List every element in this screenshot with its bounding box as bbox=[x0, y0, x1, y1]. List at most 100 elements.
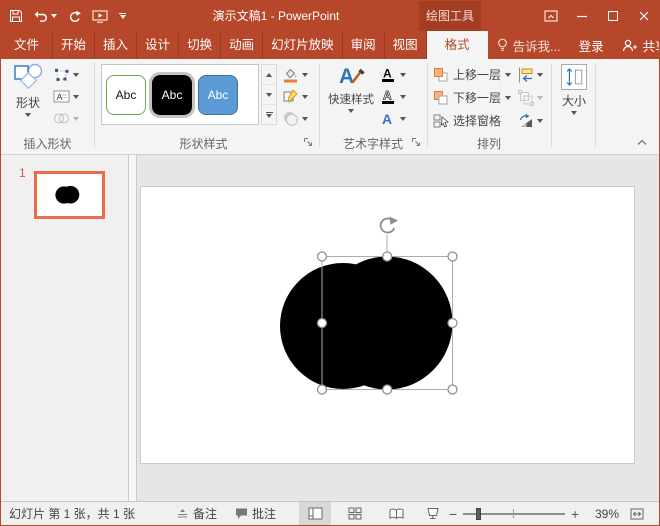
close-icon bbox=[639, 11, 649, 21]
share-button[interactable]: 共享 bbox=[613, 31, 660, 59]
text-outline-button[interactable]: A bbox=[379, 86, 406, 107]
slide-thumbnails-pane: 1 bbox=[1, 155, 128, 501]
sign-in-button[interactable]: 登录 bbox=[570, 31, 613, 59]
selection-pane-button[interactable]: 选择窗格 bbox=[433, 110, 501, 131]
view-slideshow-button[interactable] bbox=[417, 502, 449, 525]
zoom-out-button[interactable]: − bbox=[449, 502, 457, 525]
text-fill-dropdown-icon bbox=[400, 73, 406, 77]
align-icon bbox=[518, 67, 534, 83]
shape-style-item-3[interactable]: Abc bbox=[198, 75, 238, 115]
text-box-button[interactable]: A bbox=[53, 86, 79, 107]
slide-thumbnail[interactable] bbox=[34, 171, 105, 219]
shape-fill-icon bbox=[282, 66, 299, 83]
tab-insert[interactable]: 插入 bbox=[95, 31, 137, 59]
maximize-button[interactable] bbox=[597, 1, 628, 31]
rotation-handle[interactable] bbox=[381, 217, 398, 233]
quick-styles-icon: A bbox=[338, 62, 365, 89]
group-objects-icon bbox=[518, 90, 534, 106]
start-slideshow-button[interactable] bbox=[92, 10, 108, 23]
edit-shape-button[interactable] bbox=[53, 64, 79, 85]
zoom-level[interactable]: 39% bbox=[589, 502, 619, 525]
close-button[interactable] bbox=[628, 1, 659, 31]
bring-forward-icon bbox=[433, 67, 449, 83]
tab-animations[interactable]: 动画 bbox=[221, 31, 263, 59]
shape-fill-button[interactable] bbox=[282, 64, 308, 85]
collapse-ribbon-button[interactable] bbox=[633, 135, 651, 149]
zoom-slider-thumb[interactable] bbox=[476, 508, 481, 520]
fit-to-window-button[interactable] bbox=[623, 502, 651, 525]
title-bar: 演示文稿1 - PowerPoint 绘图工具 bbox=[1, 1, 659, 31]
tab-file[interactable]: 文件 bbox=[1, 31, 53, 59]
undo-button[interactable] bbox=[34, 10, 57, 22]
status-slide-info[interactable]: 幻灯片 第 1 张，共 1 张 bbox=[9, 502, 135, 525]
tell-me-label: 告诉我... bbox=[513, 36, 561, 55]
pane-splitter[interactable] bbox=[128, 155, 137, 501]
tab-home[interactable]: 开始 bbox=[53, 31, 95, 59]
quick-access-toolbar bbox=[9, 1, 126, 31]
gallery-scroll-up-button[interactable] bbox=[262, 65, 276, 85]
start-slideshow-icon bbox=[92, 10, 108, 23]
view-normal-button[interactable] bbox=[299, 502, 331, 525]
gallery-more-button[interactable] bbox=[262, 105, 276, 125]
share-person-icon bbox=[622, 39, 638, 52]
shape-style-item-1[interactable]: Abc bbox=[106, 75, 146, 115]
shapes-icon bbox=[12, 62, 44, 92]
handle-top-middle[interactable] bbox=[383, 252, 392, 261]
redo-button[interactable] bbox=[68, 10, 81, 23]
text-effects-button[interactable]: A bbox=[379, 108, 406, 129]
shapes-dropdown-icon bbox=[25, 113, 31, 117]
text-box-icon: A bbox=[53, 89, 70, 104]
view-slide-sorter-button[interactable] bbox=[339, 502, 371, 525]
tab-slideshow[interactable]: 幻灯片放映 bbox=[263, 31, 343, 59]
tab-format[interactable]: 格式 bbox=[427, 31, 488, 59]
rotate-objects-button[interactable] bbox=[518, 110, 543, 131]
zoom-in-button[interactable]: + bbox=[571, 502, 579, 525]
handle-top-right[interactable] bbox=[448, 252, 457, 261]
handle-bottom-middle[interactable] bbox=[383, 385, 392, 394]
shape-effects-button[interactable] bbox=[282, 108, 308, 129]
selection-pane-icon bbox=[433, 113, 449, 129]
tell-me-button[interactable]: 告诉我... bbox=[488, 31, 570, 59]
shape-outline-button[interactable] bbox=[282, 86, 308, 107]
tab-review[interactable]: 审阅 bbox=[343, 31, 385, 59]
ribbon-display-options-button[interactable] bbox=[535, 1, 566, 31]
handle-middle-right[interactable] bbox=[448, 319, 457, 328]
share-label: 共享 bbox=[643, 36, 660, 55]
tab-view[interactable]: 视图 bbox=[385, 31, 427, 59]
send-backward-button[interactable]: 下移一层 bbox=[433, 87, 511, 108]
save-button[interactable] bbox=[9, 9, 23, 23]
text-fill-button[interactable]: A bbox=[379, 64, 406, 85]
qat-customize-button[interactable] bbox=[119, 13, 126, 19]
bring-forward-button[interactable]: 上移一层 bbox=[433, 64, 511, 85]
zoom-slider-midpoint bbox=[513, 509, 514, 518]
group-divider bbox=[319, 63, 320, 148]
tab-transitions[interactable]: 切换 bbox=[179, 31, 221, 59]
context-tool-tab[interactable]: 绘图工具 bbox=[419, 1, 481, 31]
size-group-button[interactable]: 大小 bbox=[557, 64, 591, 115]
tab-design[interactable]: 设计 bbox=[137, 31, 179, 59]
black-oval-shape[interactable] bbox=[280, 257, 453, 390]
view-reading-button[interactable] bbox=[380, 502, 412, 525]
ribbon-tab-bar: 文件 开始 插入 设计 切换 动画 幻灯片放映 审阅 视图 格式 告诉我... … bbox=[1, 31, 659, 59]
handle-bottom-right[interactable] bbox=[448, 385, 457, 394]
comments-button[interactable]: 批注 bbox=[235, 502, 276, 525]
quick-styles-button[interactable]: A 快速样式 bbox=[325, 62, 377, 113]
minimize-button[interactable] bbox=[566, 1, 597, 31]
fit-to-window-icon bbox=[630, 508, 644, 520]
undo-dropdown-icon[interactable] bbox=[51, 14, 57, 18]
shape-style-item-2-selected[interactable]: Abc bbox=[152, 75, 192, 115]
text-effects-icon: A bbox=[379, 110, 397, 127]
svg-text:A: A bbox=[382, 111, 392, 127]
notes-button[interactable]: 备注 bbox=[176, 502, 217, 525]
ribbon: 形状 A 插入形状 Abc Abc Abc bbox=[1, 59, 659, 155]
slide-canvas[interactable] bbox=[140, 186, 635, 464]
selection-pane-label: 选择窗格 bbox=[453, 112, 501, 129]
gallery-scroll-down-button[interactable] bbox=[262, 85, 276, 105]
handle-middle-left[interactable] bbox=[318, 319, 327, 328]
handle-bottom-left[interactable] bbox=[318, 385, 327, 394]
sign-in-label: 登录 bbox=[579, 36, 604, 55]
align-button[interactable] bbox=[518, 64, 543, 85]
handle-top-left[interactable] bbox=[318, 252, 327, 261]
comments-label: 批注 bbox=[252, 505, 276, 522]
shapes-button[interactable]: 形状 bbox=[9, 62, 47, 117]
